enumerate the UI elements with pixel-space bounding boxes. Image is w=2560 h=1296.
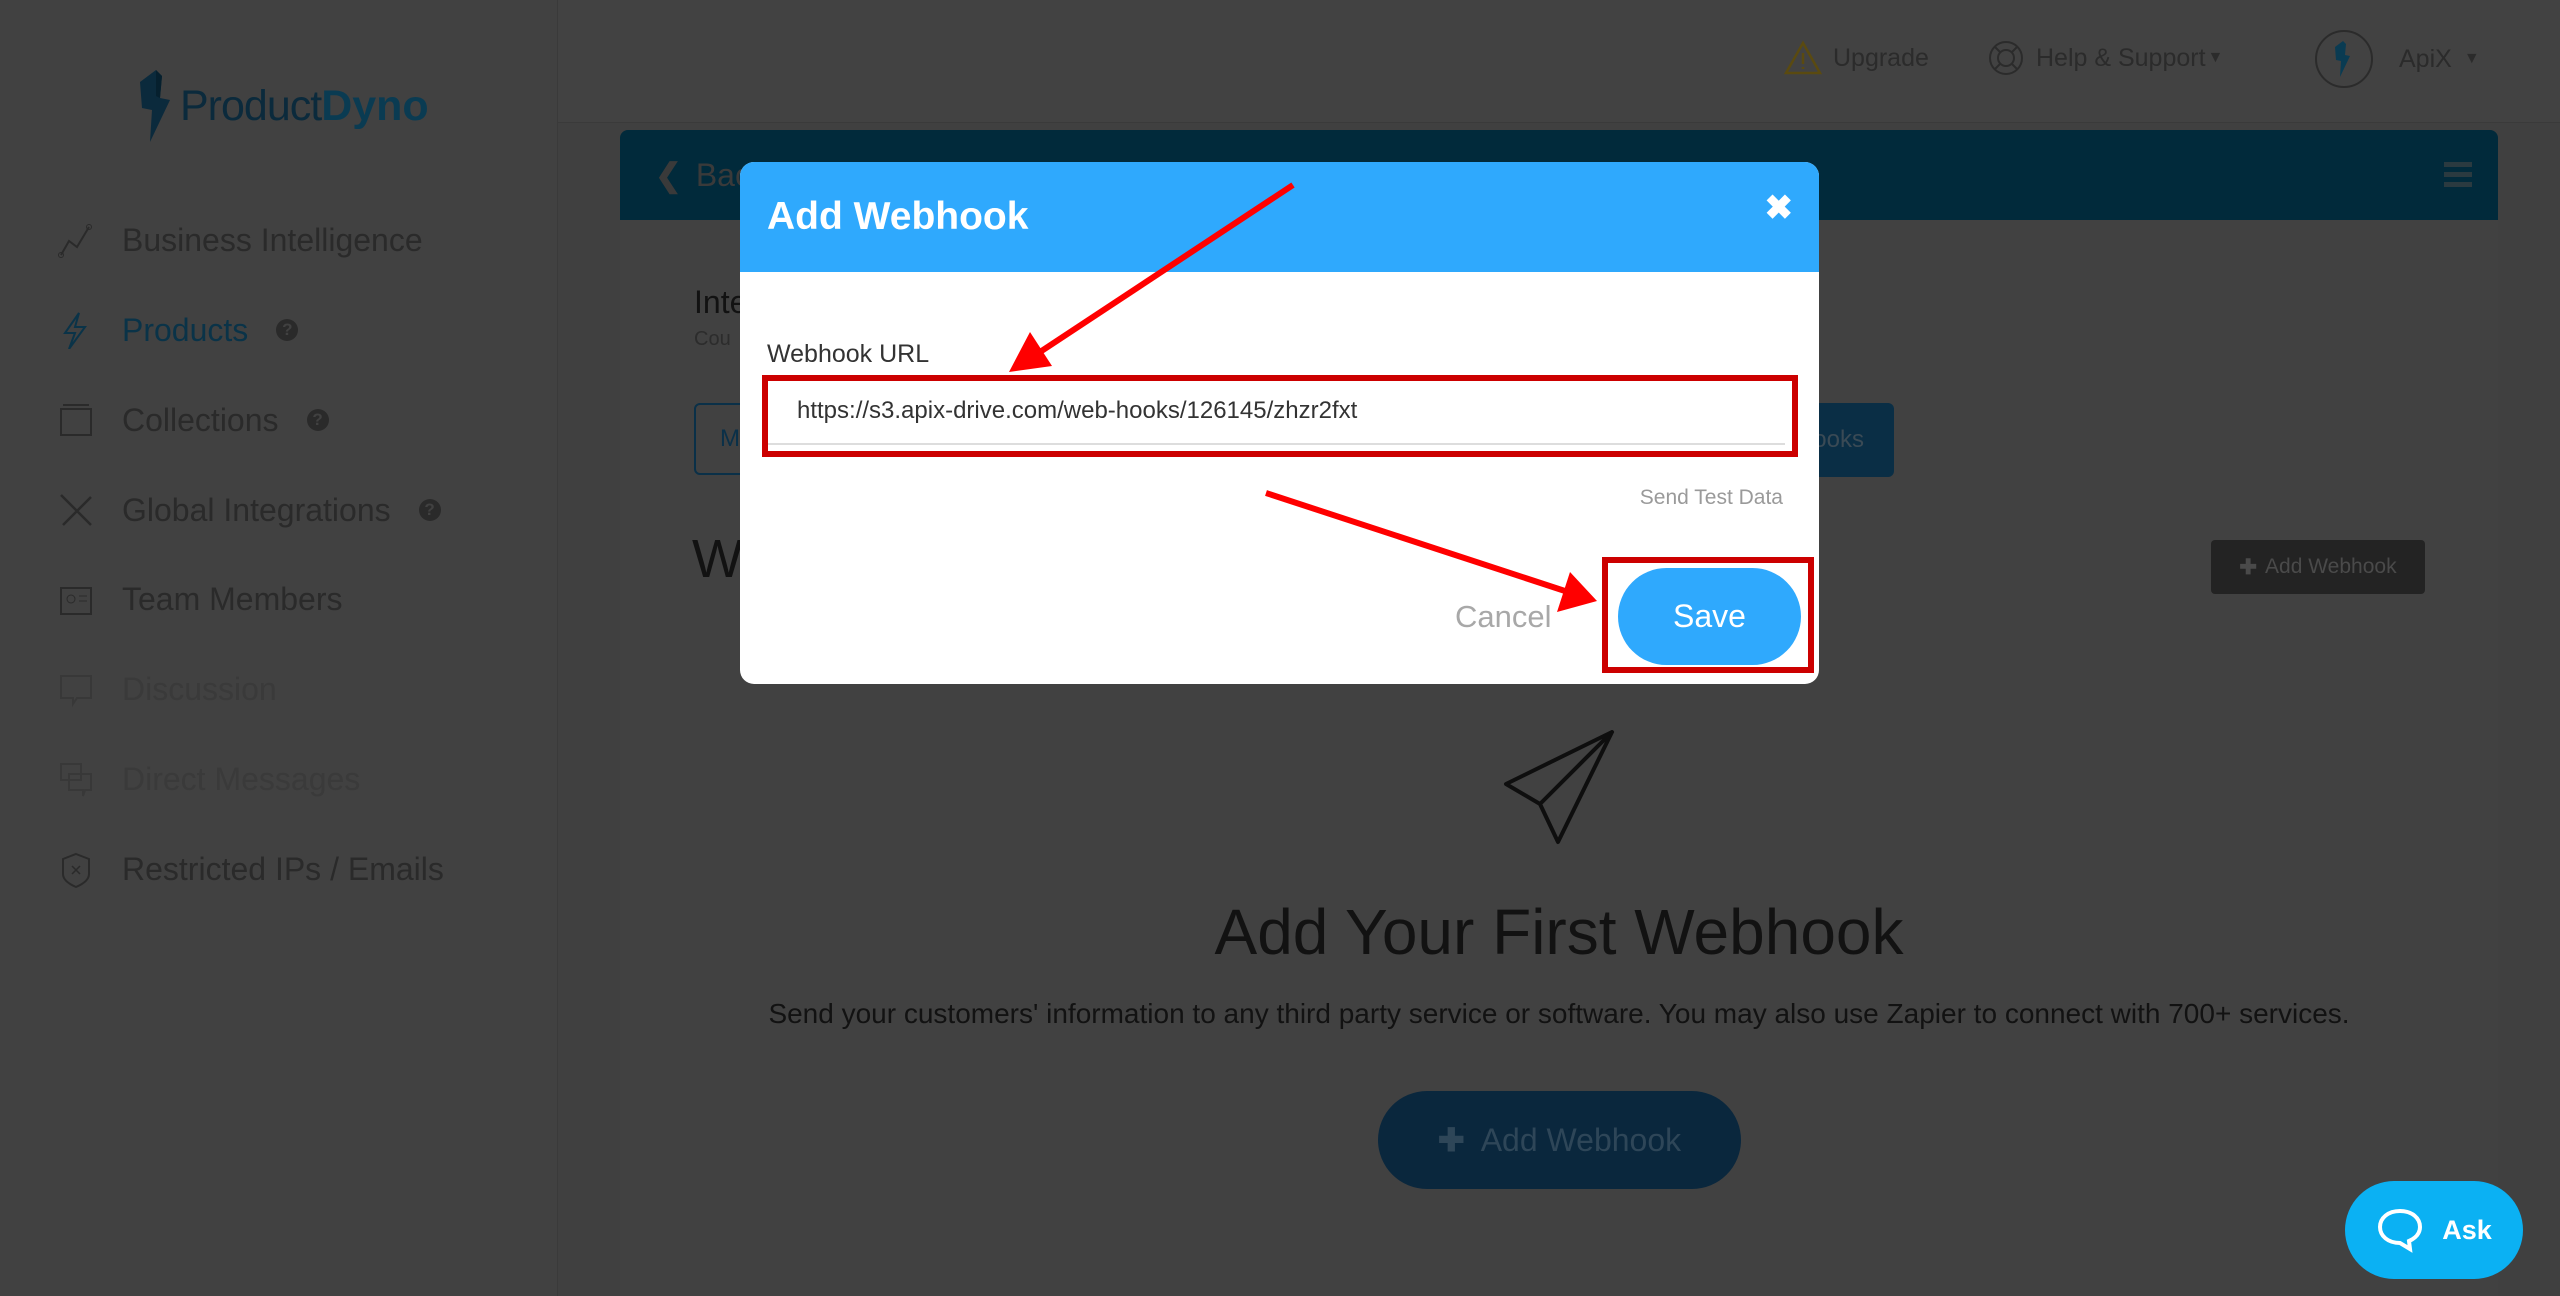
sidebar-item-team-members[interactable]: Team Members [56,579,343,619]
ask-chat-button[interactable]: Ask [2345,1181,2523,1279]
help-icon[interactable]: ? [418,499,441,521]
sidebar-item-label: Team Members [122,580,343,617]
sidebar-item-business-intelligence[interactable]: Business Intelligence [56,220,423,260]
sidebar-item-label: Products [122,311,249,348]
sidebar-item-label: Discussion [122,670,277,707]
webhooks-heading: W [692,529,743,589]
webhook-url-label: Webhook URL [767,340,930,368]
tools-icon [56,490,96,530]
modal-title: Add Webhook [767,195,1029,238]
plus-icon: ✚ [1437,1122,1465,1158]
chat-icon [56,669,96,709]
add-webhook-modal: Add Webhook ✖ Webhook URL Send Test Data… [740,162,1819,684]
topbar [558,0,2560,123]
close-icon[interactable]: ✖ [1765,188,1794,228]
collection-icon [56,400,96,440]
sidebar-item-label: Business Intelligence [122,221,423,258]
help-icon[interactable]: ? [306,409,329,431]
line-chart-icon [56,220,96,260]
lifebuoy-icon [1989,41,2023,75]
empty-state-text: Send your customers' information to any … [768,998,2350,1029]
sidebar-item-discussion[interactable]: Discussion [56,669,277,709]
sidebar-item-products[interactable]: Products? [56,310,299,350]
avatar [2315,30,2373,88]
sidebar: Product Dyno [0,0,558,1296]
sidebar-item-direct-messages[interactable]: Direct Messages [56,759,360,799]
empty-state-title: Add Your First Webhook [1214,896,1904,968]
upgrade-link[interactable]: Upgrade [1783,40,1929,76]
sidebar-item-label: Restricted IPs / Emails [122,850,444,887]
caret-down-icon: ▼ [2207,49,2224,66]
logo[interactable]: Product Dyno [136,68,429,144]
send-test-data-link[interactable]: Send Test Data [1640,486,1783,510]
caret-down-icon: ▼ [2463,50,2480,67]
id-card-icon [56,579,96,619]
logo-bolt-icon [140,70,170,142]
avatar-bolt-icon [2335,41,2350,77]
add-webhook-small-button[interactable]: ✚ Add Webhook [2211,540,2425,594]
bolt-icon [56,310,96,350]
paper-plane-icon [1504,730,1614,844]
sidebar-item-label: Collections [122,401,279,438]
sidebar-item-restricted-ips-emails[interactable]: Restricted IPs / Emails [56,849,444,889]
help-icon[interactable]: ? [276,319,299,341]
warning-icon [1783,40,1823,75]
save-button[interactable]: Save [1618,568,1801,665]
messages-icon [56,759,96,799]
add-webhook-button[interactable]: ✚ Add Webhook [1378,1091,1741,1189]
plus-icon: ✚ [2239,555,2258,579]
sidebar-item-global-integrations[interactable]: Global Integrations? [56,490,441,530]
webhook-url-input[interactable] [767,379,1785,445]
menu-icon[interactable] [2444,162,2472,187]
chat-bubble-icon [2378,1208,2423,1253]
shield-x-icon [56,849,96,889]
cancel-button[interactable]: Cancel [1455,599,1552,635]
sidebar-item-collections[interactable]: Collections? [56,400,329,440]
sidebar-item-label: Global Integrations [122,491,391,528]
help-support-menu[interactable]: Help & Support ▼ [1988,40,2223,76]
user-menu[interactable]: ApiX ▼ [2315,30,2480,88]
sidebar-item-label: Direct Messages [122,760,361,797]
section-subtitle: Cou [694,328,731,350]
chevron-left-icon: ❮ [655,157,682,193]
